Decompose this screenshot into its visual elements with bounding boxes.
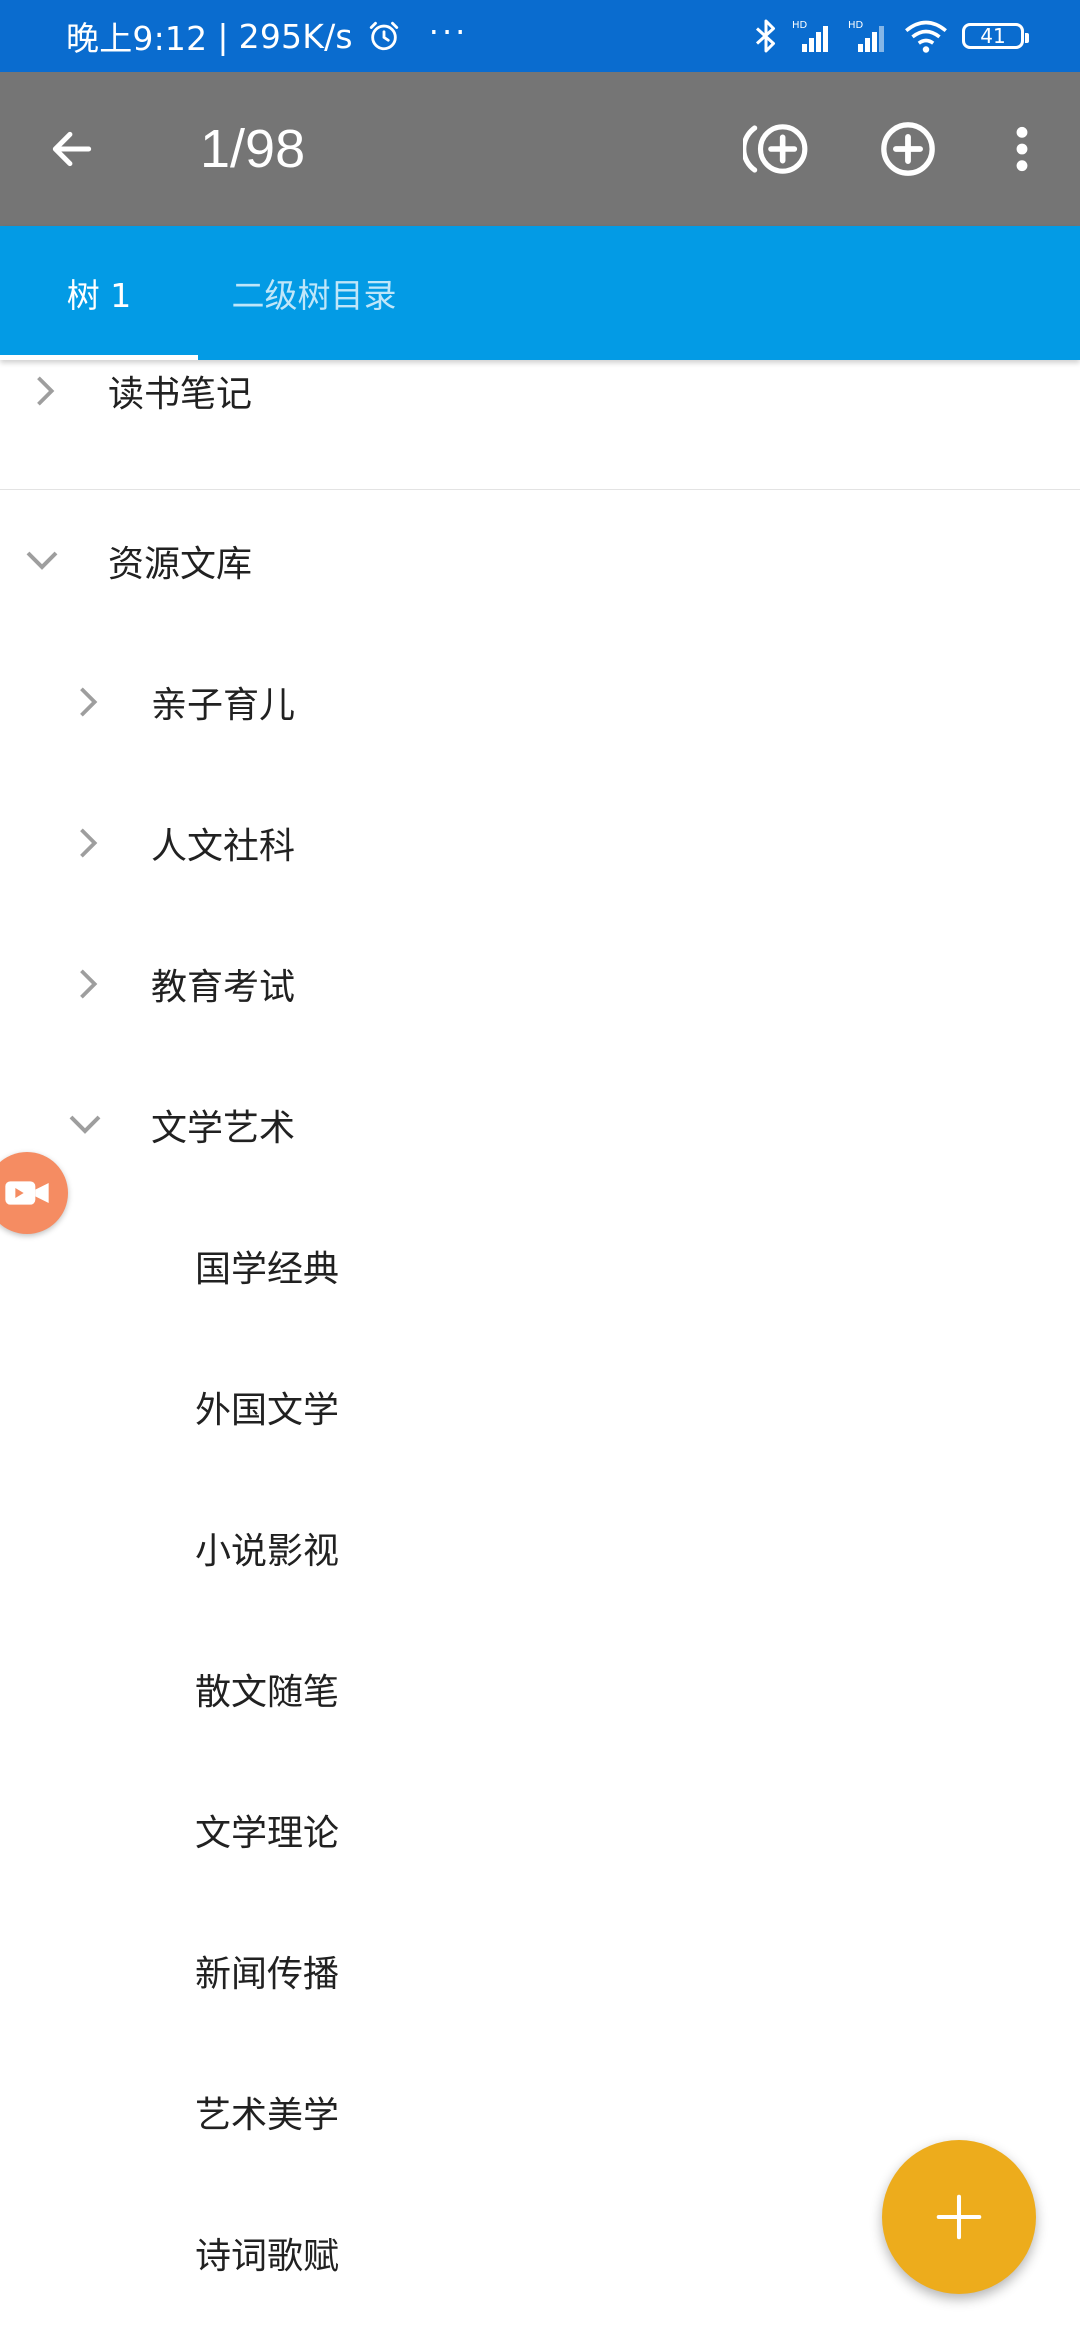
tree-node-label: 文学理论	[195, 1812, 340, 1854]
chevron-down-icon	[22, 541, 62, 581]
tree-node-label: 文学艺术	[151, 1107, 296, 1149]
tree-leaf-novels-film[interactable]: 小说影视	[0, 1477, 1080, 1618]
tree-node-label: 小说影视	[195, 1530, 340, 1572]
tree-node-label: 诗词歌赋	[195, 2235, 340, 2277]
tree-node-label: 新闻传播	[195, 1953, 340, 1995]
status-bar: 晚上9:12 | 295K/s ··· HD HD 41	[0, 0, 1080, 72]
tree-node-resource-library[interactable]: 资源文库	[0, 490, 1080, 631]
tree-node-label: 散文随笔	[195, 1671, 340, 1713]
tree-node-label: 读书笔记	[108, 373, 253, 415]
page-counter-title: 1/98	[200, 119, 306, 179]
status-left: 晚上9:12 | 295K/s ···	[66, 0, 468, 72]
back-button[interactable]	[40, 119, 104, 179]
tree-leaf-foreign-literature[interactable]: 外国文学	[0, 1336, 1080, 1477]
signal-hd-icon: HD	[792, 20, 828, 52]
add-sibling-circle-icon	[743, 124, 808, 174]
tree-node-humanities[interactable]: 人文社科	[0, 772, 1080, 913]
app-bar: 1/98	[0, 72, 1080, 226]
status-time: 晚上9:12	[66, 19, 208, 58]
tree-leaf-literary-theory[interactable]: 文学理论	[0, 1759, 1080, 1900]
plus-icon	[936, 2194, 982, 2240]
chevron-right-icon	[69, 682, 109, 722]
battery-level: 41	[980, 24, 1006, 48]
tree-node-education-exams[interactable]: 教育考试	[0, 913, 1080, 1054]
arrow-left-icon	[52, 131, 92, 167]
tree-node-parenting[interactable]: 亲子育儿	[0, 631, 1080, 772]
add-circle-icon	[881, 122, 935, 176]
wifi-icon	[905, 20, 947, 53]
alarm-clock-icon	[369, 21, 398, 51]
add-fab-button[interactable]	[882, 2140, 1036, 2294]
more-vert-icon	[1016, 126, 1028, 172]
status-right: HD HD 41	[754, 0, 1029, 72]
svg-text:HD: HD	[848, 20, 864, 31]
tree-node-label: 亲子育儿	[151, 684, 296, 726]
bluetooth-icon	[755, 19, 775, 53]
tree-node-label: 艺术美学	[195, 2094, 340, 2136]
chevron-right-icon	[69, 823, 109, 863]
app-bar-actions	[740, 72, 1080, 226]
chevron-down-icon	[65, 1105, 105, 1145]
overflow-menu-button[interactable]	[984, 111, 1060, 187]
status-network-speed: 295K/s	[238, 16, 353, 56]
status-more-dots: ···	[428, 13, 469, 51]
tree-node-label: 人文社科	[151, 825, 296, 867]
tree-node-label: 资源文库	[108, 543, 253, 585]
add-sibling-button[interactable]	[740, 111, 816, 187]
tree-leaf-journalism[interactable]: 新闻传播	[0, 1900, 1080, 2041]
tree-node-reading-notes[interactable]: 读书笔记	[0, 320, 1080, 461]
signal-hd-2-icon: HD	[848, 20, 884, 52]
video-camera-icon	[5, 1181, 49, 1205]
tree-node-literature-arts[interactable]: 文学艺术	[0, 1054, 1080, 1195]
tree-node-label: 教育考试	[151, 966, 296, 1008]
svg-text:HD: HD	[792, 20, 808, 31]
add-child-button[interactable]	[870, 111, 946, 187]
tree-node-label: 国学经典	[195, 1248, 340, 1290]
chevron-right-icon	[26, 371, 66, 411]
tree-node-label: 外国文学	[195, 1389, 340, 1431]
tree-leaf-essays[interactable]: 散文随笔	[0, 1618, 1080, 1759]
tree-leaf-chinese-classics[interactable]: 国学经典	[0, 1195, 1080, 1336]
status-separator: |	[217, 16, 229, 56]
battery-indicator: 41	[962, 23, 1029, 49]
chevron-right-icon	[69, 964, 109, 1004]
